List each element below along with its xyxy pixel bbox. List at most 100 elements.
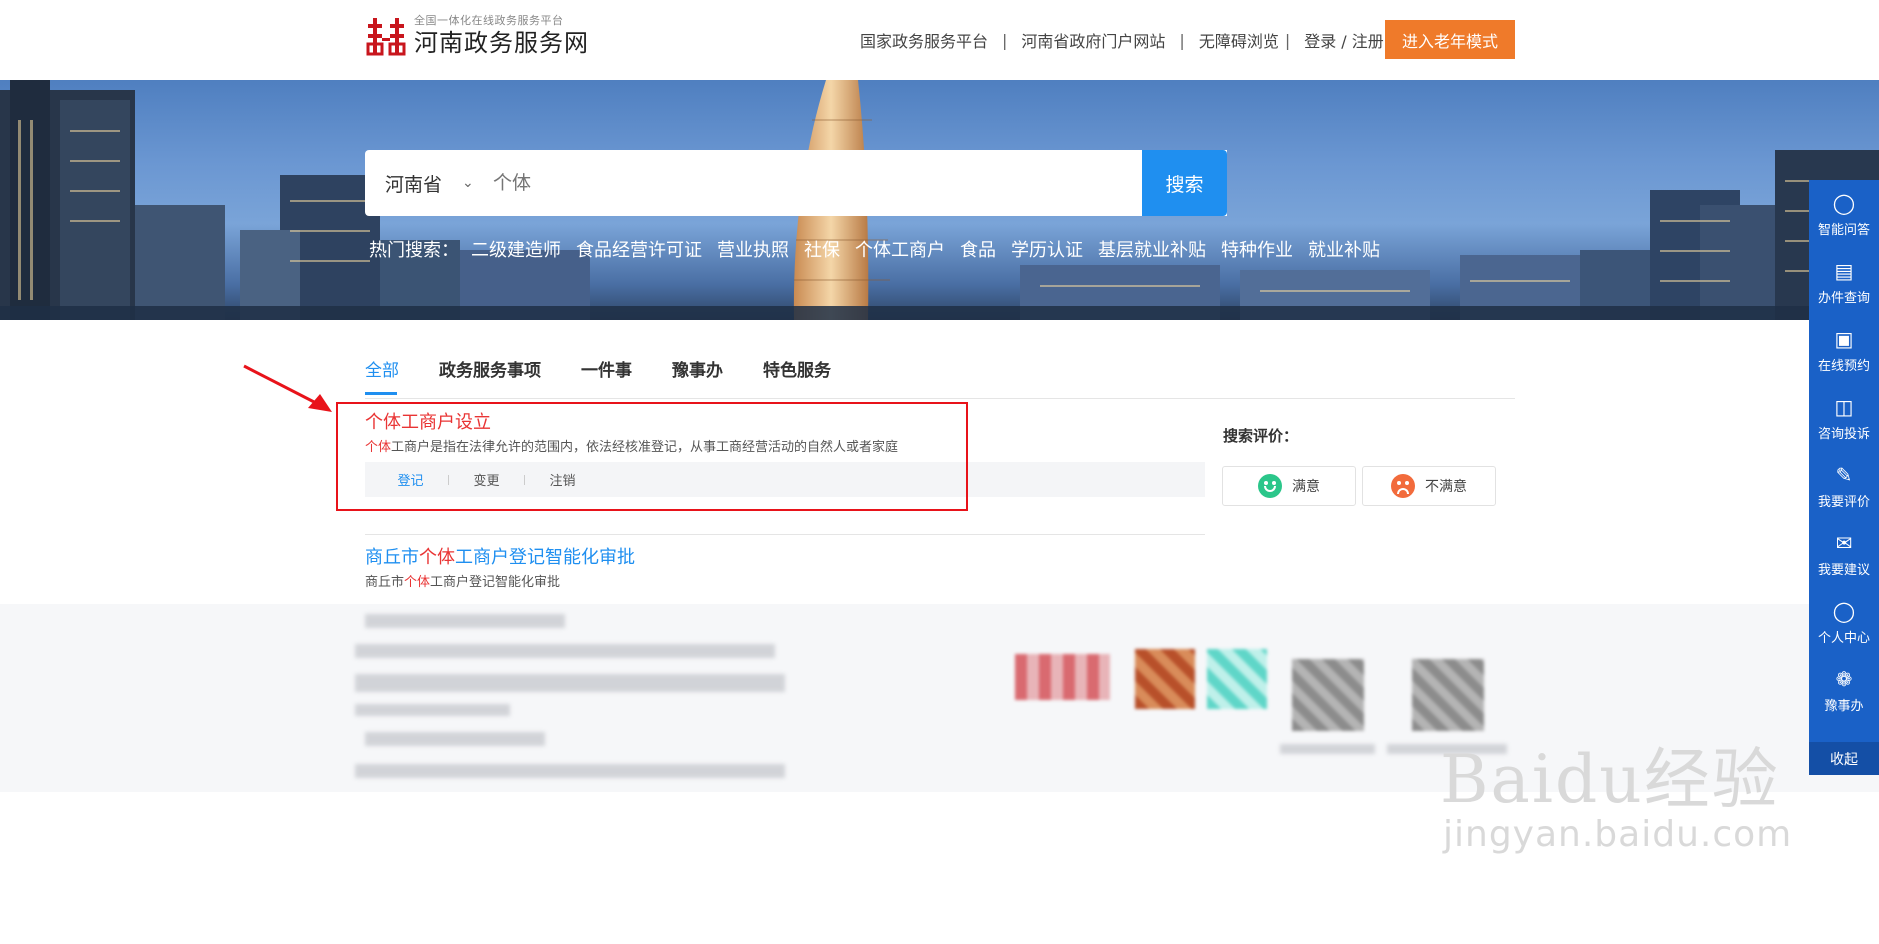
unsatisfied-button[interactable]: 不满意 [1362, 466, 1496, 506]
robot-icon: ◯ [1832, 190, 1856, 215]
sidebar-item-label: 我要建议 [1817, 562, 1870, 578]
sidebar-item-case-query[interactable]: ▤ 办件查询 [1809, 248, 1879, 316]
user-icon: ◯ [1832, 598, 1856, 623]
nav-separator: | [1284, 30, 1291, 50]
henan-emblem-icon [366, 16, 406, 56]
sidebar-item-appointment[interactable]: ▣ 在线预约 [1809, 316, 1879, 384]
blurred-qr-code [1292, 659, 1364, 731]
hot-search-list: 热门搜索： 二级建造师 食品经营许可证 营业执照 社保 个体工商户 食品 学历认… [369, 236, 1395, 262]
nav-national-platform[interactable]: 国家政务服务平台 [860, 28, 988, 52]
nav-accessibility[interactable]: 无障碍浏览 [1199, 28, 1279, 52]
blurred-text [365, 732, 545, 746]
tab-yushiban[interactable]: 豫事办 [672, 356, 723, 395]
page: 全国一体化在线政务服务平台 河南政务服务网 国家政务服务平台 | 河南省政府门户… [0, 0, 1879, 944]
sidebar-item-label: 智能问答 [1817, 222, 1870, 238]
sidebar-item-complaint[interactable]: ◫ 咨询投诉 [1809, 384, 1879, 452]
result-title-link[interactable]: 商丘市个体工商户登记智能化审批 [365, 545, 1205, 571]
hot-search-item[interactable]: 基层就业补贴 [1098, 236, 1206, 262]
hot-search-item[interactable]: 就业补贴 [1308, 236, 1380, 262]
result-desc-post: 工商户登记智能化审批 [430, 575, 561, 590]
result-title-highlight: 个体 [419, 547, 455, 568]
result-divider [365, 534, 1205, 535]
tab-one-thing[interactable]: 一件事 [581, 356, 632, 395]
tab-gov-services[interactable]: 政务服务事项 [439, 356, 541, 395]
hot-search-item[interactable]: 二级建造师 [471, 236, 561, 262]
result-desc-highlight: 个体 [404, 575, 431, 590]
top-header: 全国一体化在线政务服务平台 河南政务服务网 国家政务服务平台 | 河南省政府门户… [0, 0, 1879, 80]
hot-search-item[interactable]: 社保 [804, 236, 840, 262]
elder-mode-button[interactable]: 进入老年模式 [1385, 20, 1515, 59]
sidebar-collapse-button[interactable]: 收起 [1809, 742, 1879, 775]
result-description: 商丘市个体工商户登记智能化审批 [365, 571, 1205, 595]
document-search-icon: ▤ [1834, 258, 1854, 283]
top-nav: 国家政务服务平台 | 河南省政府门户网站 | 无障碍浏览 | 登录 / 注册 [860, 28, 1384, 52]
sidebar-item-smart-qa[interactable]: ◯ 智能问答 [1809, 180, 1879, 248]
right-sidebar: ◯ 智能问答 ▤ 办件查询 ▣ 在线预约 ◫ 咨询投诉 ✎ 我要评价 ✉ 我要建… [1809, 180, 1879, 775]
result-tabs: 全部 政务服务事项 一件事 豫事办 特色服务 [365, 356, 871, 395]
chat-icon: ◫ [1834, 394, 1854, 419]
search-button[interactable]: 搜索 [1142, 150, 1227, 216]
logo-title: 河南政务服务网 [414, 29, 589, 57]
logo-subtitle: 全国一体化在线政务服务平台 [414, 14, 564, 27]
hot-search-item[interactable]: 食品经营许可证 [576, 236, 702, 262]
sidebar-item-label: 咨询投诉 [1817, 426, 1870, 442]
sidebar-item-yushiban[interactable]: ❁ 豫事办 [1809, 656, 1879, 724]
tabs-divider [365, 398, 1515, 399]
annotation-highlight-box [336, 402, 968, 511]
sidebar-item-label: 我要评价 [1817, 494, 1870, 510]
result-title-pre: 商丘市 [365, 547, 419, 568]
blurred-text [355, 644, 775, 658]
result-title-post: 工商户登记智能化审批 [455, 547, 635, 568]
blurred-logo [1207, 649, 1267, 709]
sidebar-item-label: 豫事办 [1824, 698, 1864, 714]
hot-search-item[interactable]: 学历认证 [1011, 236, 1083, 262]
nav-province-portal[interactable]: 河南省政府门户网站 [1021, 28, 1165, 52]
sidebar-item-label: 在线预约 [1817, 358, 1870, 374]
result-item: 商丘市个体工商户登记智能化审批 商丘市个体工商户登记智能化审批 [365, 545, 1205, 595]
blurred-text [355, 764, 785, 778]
smile-face-icon [1258, 474, 1282, 498]
hot-search-item[interactable]: 食品 [960, 236, 996, 262]
calendar-icon: ▣ [1834, 326, 1854, 351]
blurred-text [355, 674, 785, 692]
login-register-link[interactable]: 登录 / 注册 [1304, 28, 1384, 52]
watermark-sub: jingyan.baidu.com [1443, 814, 1793, 855]
tab-featured[interactable]: 特色服务 [763, 356, 831, 395]
watermark-main: Baidu经验 [1440, 741, 1780, 818]
blurred-text [365, 614, 565, 628]
chevron-down-icon: ⌄ [462, 175, 474, 191]
hot-search-item[interactable]: 特种作业 [1221, 236, 1293, 262]
blurred-logo [1015, 654, 1110, 700]
sidebar-item-personal-center[interactable]: ◯ 个人中心 [1809, 588, 1879, 656]
blurred-text [355, 704, 510, 716]
hot-search-item[interactable]: 个体工商户 [855, 236, 945, 262]
sidebar-item-label: 个人中心 [1817, 630, 1870, 646]
result-desc-pre: 商丘市 [365, 575, 405, 590]
annotation-arrow-icon [243, 364, 332, 412]
blurred-qr-code [1412, 659, 1484, 731]
search-bar: 河南省 ⌄ [365, 150, 1227, 216]
sad-face-icon [1391, 474, 1415, 498]
search-evaluation-title: 搜索评价： [1223, 427, 1299, 445]
site-logo[interactable]: 全国一体化在线政务服务平台 河南政务服务网 [366, 14, 589, 58]
sidebar-item-suggestion[interactable]: ✉ 我要建议 [1809, 520, 1879, 588]
yushiban-icon: ❁ [1835, 666, 1853, 691]
search-input[interactable] [493, 166, 1143, 200]
tab-all[interactable]: 全部 [365, 356, 399, 395]
baidu-watermark: Baidu经验 jingyan.baidu.com [1440, 745, 1792, 855]
satisfied-label: 满意 [1292, 479, 1320, 495]
region-select[interactable]: 河南省 ⌄ [385, 150, 474, 216]
hot-search-item[interactable]: 营业执照 [717, 236, 789, 262]
nav-separator: | [1002, 30, 1008, 50]
mail-icon: ✉ [1835, 530, 1853, 555]
edit-icon: ✎ [1835, 462, 1853, 487]
blurred-logo [1135, 649, 1195, 709]
region-value: 河南省 [385, 173, 443, 196]
sidebar-item-evaluate[interactable]: ✎ 我要评价 [1809, 452, 1879, 520]
blurred-text [1280, 744, 1375, 754]
hot-search-label: 热门搜索： [369, 240, 459, 261]
nav-separator: | [1179, 30, 1185, 50]
satisfied-button[interactable]: 满意 [1222, 466, 1356, 506]
sidebar-item-label: 办件查询 [1817, 290, 1870, 306]
unsatisfied-label: 不满意 [1425, 479, 1467, 495]
